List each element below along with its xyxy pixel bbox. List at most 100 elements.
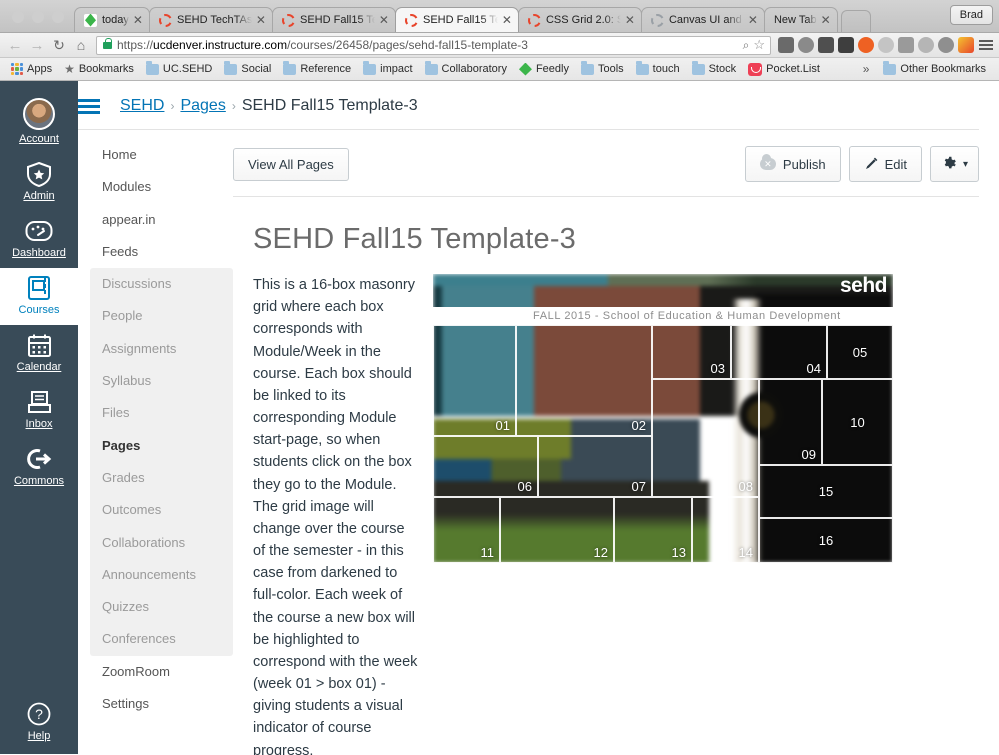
global-nav-item-commons[interactable]: Commons: [0, 439, 78, 496]
grid-cell-10[interactable]: 10: [822, 379, 893, 465]
other-bookmarks[interactable]: Other Bookmarks: [877, 61, 994, 75]
bookmark-reference[interactable]: Reference: [277, 61, 357, 75]
course-nav-item-zoomroom[interactable]: ZoomRoom: [90, 656, 233, 688]
global-nav-item-account[interactable]: Account: [0, 91, 78, 154]
close-icon[interactable]: ✕: [748, 13, 758, 27]
profile-chip[interactable]: Brad: [949, 5, 993, 25]
grid-cell-12[interactable]: 12: [500, 497, 614, 563]
zoom-search-icon[interactable]: ⌕: [743, 38, 750, 53]
buffer-icon[interactable]: [818, 37, 834, 53]
film-strip-icon[interactable]: [838, 37, 854, 53]
course-nav-item-assignments[interactable]: Assignments: [90, 333, 233, 365]
course-nav-item-collaborations[interactable]: Collaborations: [90, 527, 233, 559]
window-controls[interactable]: [8, 11, 74, 32]
publish-button[interactable]: ✕ Publish: [744, 146, 841, 182]
grid-cell-01[interactable]: 01: [433, 325, 516, 436]
breadcrumb-course[interactable]: SEHD: [120, 97, 164, 115]
bookmark-touch[interactable]: touch: [630, 61, 686, 75]
grid-cell-16[interactable]: 16: [759, 518, 893, 563]
pocket-icon[interactable]: [778, 37, 794, 53]
browser-tab[interactable]: Canvas UI and Th ✕: [640, 7, 765, 32]
view-all-pages-button[interactable]: View All Pages: [233, 147, 349, 181]
grid-cell-14[interactable]: 14: [692, 497, 759, 563]
course-nav-item-modules[interactable]: Modules: [90, 171, 233, 203]
browser-tab[interactable]: today ✕: [74, 7, 150, 32]
browser-tab-active[interactable]: SEHD Fall15 Temp ✕: [394, 7, 519, 32]
bookmark-social[interactable]: Social: [218, 61, 277, 75]
bookmark-stock[interactable]: Stock: [686, 61, 743, 75]
course-nav-item-quizzes[interactable]: Quizzes: [90, 591, 233, 623]
bookmark-uc-sehd[interactable]: UC.SEHD: [140, 61, 219, 75]
bitly-icon[interactable]: [858, 37, 874, 53]
bookmark-impact[interactable]: impact: [357, 61, 418, 75]
chrome-menu-icon[interactable]: [977, 40, 995, 50]
kami-icon[interactable]: [958, 37, 974, 53]
edit-button[interactable]: Edit: [848, 146, 922, 182]
reload-icon[interactable]: ↻: [48, 37, 70, 54]
grid-cell-11[interactable]: 11: [433, 497, 500, 563]
bookmark-collaboratory[interactable]: Collaboratory: [419, 61, 513, 75]
address-bar[interactable]: https://ucdenver.instructure.com/courses…: [96, 35, 771, 55]
maximize-window-button[interactable]: [52, 11, 64, 23]
global-nav-item-inbox[interactable]: Inbox: [0, 382, 78, 439]
browser-tab[interactable]: CSS Grid 2.0: SEH ✕: [517, 7, 642, 32]
masonry-grid-image[interactable]: FALL 2015 - School of Education & Human …: [433, 274, 893, 563]
course-nav-item-settings[interactable]: Settings: [90, 688, 233, 720]
course-nav-item-grades[interactable]: Grades: [90, 462, 233, 494]
global-nav-item-dashboard[interactable]: Dashboard: [0, 211, 78, 268]
grid-cell-02[interactable]: 02: [516, 325, 652, 436]
close-icon[interactable]: ✕: [133, 13, 143, 27]
new-tab-button[interactable]: [840, 10, 871, 32]
close-icon[interactable]: ✕: [625, 13, 635, 27]
grid-cell-05[interactable]: 05: [827, 325, 893, 379]
global-nav-item-admin[interactable]: Admin: [0, 154, 78, 211]
bookmark-bookmarks[interactable]: ★ Bookmarks: [58, 62, 140, 76]
back-icon[interactable]: ←: [4, 37, 26, 54]
stumbleupon-icon[interactable]: [938, 37, 954, 53]
star-icon[interactable]: ☆: [753, 37, 765, 53]
course-nav-item-appear-in[interactable]: appear.in: [90, 204, 233, 236]
course-nav-item-home[interactable]: Home: [90, 139, 233, 171]
course-nav-item-people[interactable]: People: [90, 300, 233, 332]
global-nav-item-help[interactable]: ? Help: [0, 694, 78, 754]
bookmark-pocket-list[interactable]: Pocket.List: [742, 62, 826, 76]
global-nav-item-courses[interactable]: Courses: [0, 268, 78, 325]
page-settings-gear-button[interactable]: ▾: [929, 146, 979, 182]
course-nav-item-pages[interactable]: Pages: [90, 430, 233, 462]
course-nav-item-announcements[interactable]: Announcements: [90, 559, 233, 591]
course-nav-item-files[interactable]: Files: [90, 397, 233, 429]
course-nav-item-conferences[interactable]: Conferences: [90, 623, 233, 655]
hamburger-icon[interactable]: [78, 98, 100, 114]
chromecast-icon[interactable]: [898, 37, 914, 53]
close-window-button[interactable]: [12, 11, 24, 23]
browser-tab[interactable]: SEHD TechTAs: P… ✕: [148, 7, 273, 32]
grid-cell-04[interactable]: 04: [731, 325, 827, 379]
close-icon[interactable]: ✕: [379, 13, 389, 27]
course-nav-item-discussions[interactable]: Discussions: [90, 268, 233, 300]
grid-cell-13[interactable]: 13: [614, 497, 692, 563]
bookmark-tools[interactable]: Tools: [575, 61, 630, 75]
minimize-window-button[interactable]: [32, 11, 44, 23]
browser-tab[interactable]: SEHD Fall15 Temp ✕: [271, 7, 396, 32]
breadcrumb-section[interactable]: Pages: [180, 97, 225, 115]
browser-tab[interactable]: New Tab ✕: [763, 7, 838, 32]
home-icon[interactable]: ⌂: [70, 37, 92, 53]
adblock-icon[interactable]: [918, 37, 934, 53]
bookmarks-overflow-icon[interactable]: »: [855, 62, 878, 76]
bookmark-apps[interactable]: Apps: [5, 63, 58, 75]
grid-cell-06[interactable]: 06: [433, 436, 538, 497]
global-nav-item-calendar[interactable]: Calendar: [0, 325, 78, 382]
clock-icon[interactable]: [878, 37, 894, 53]
evernote-icon[interactable]: [798, 37, 814, 53]
course-nav-item-feeds[interactable]: Feeds: [90, 236, 233, 268]
close-icon[interactable]: ✕: [502, 13, 512, 27]
bookmark-feedly[interactable]: Feedly: [513, 63, 575, 76]
course-nav-item-outcomes[interactable]: Outcomes: [90, 494, 233, 526]
grid-cell-15[interactable]: 15: [759, 465, 893, 518]
grid-cell-07[interactable]: 07: [538, 436, 652, 497]
course-nav-item-syllabus[interactable]: Syllabus: [90, 365, 233, 397]
grid-cell-09[interactable]: 09: [759, 379, 822, 465]
grid-cell-03[interactable]: 03: [652, 325, 731, 379]
grid-cell-08[interactable]: 08: [652, 379, 759, 497]
forward-icon[interactable]: →: [26, 37, 48, 54]
